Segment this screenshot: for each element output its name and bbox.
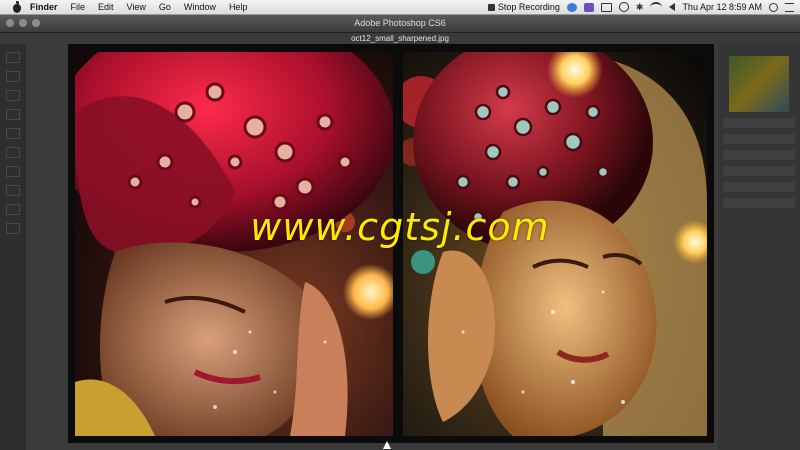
eraser-tool-icon[interactable]: [6, 166, 20, 177]
document-title: oct12_small_sharpened.jpg: [351, 34, 449, 43]
clock-datetime[interactable]: Thu Apr 12 8:59 AM: [682, 2, 762, 12]
brush-tool-icon[interactable]: [6, 147, 20, 158]
menu-edit[interactable]: Edit: [98, 2, 114, 12]
menu-go[interactable]: Go: [159, 2, 171, 12]
marquee-tool-icon[interactable]: [6, 71, 20, 82]
eyedropper-tool-icon[interactable]: [6, 128, 20, 139]
app-status-icon-2[interactable]: [583, 2, 594, 12]
time-machine-icon[interactable]: [618, 2, 629, 12]
bluetooth-icon[interactable]: ✱: [636, 2, 644, 13]
app-status-icon[interactable]: [566, 2, 577, 12]
move-tool-icon[interactable]: [6, 52, 20, 63]
apple-menu-icon[interactable]: [12, 0, 22, 13]
type-tool-icon[interactable]: [6, 185, 20, 196]
panel-row[interactable]: [723, 166, 795, 176]
app-title-bar: Adobe Photoshop CS6: [0, 15, 800, 33]
document-title-bar[interactable]: oct12_small_sharpened.jpg: [0, 33, 800, 44]
menu-bar: Finder File Edit View Go Window Help Sto…: [0, 0, 800, 15]
stop-recording-label: Stop Recording: [497, 2, 560, 12]
display-icon[interactable]: [600, 2, 612, 12]
watermark-text: www.cgtsj.com: [250, 205, 550, 249]
app-title: Adobe Photoshop CS6: [354, 18, 446, 28]
menu-view[interactable]: View: [127, 2, 146, 12]
zoom-window-button[interactable]: [32, 19, 40, 27]
navigator-thumbnail[interactable]: [729, 56, 789, 112]
menu-extras: Stop Recording ✱ Thu Apr 12 8:59 AM: [487, 0, 794, 14]
layer-row[interactable]: [723, 182, 795, 192]
window-controls: [6, 19, 40, 27]
notification-center-icon[interactable]: [785, 2, 794, 12]
stop-recording-button[interactable]: Stop Recording: [487, 2, 560, 12]
wifi-icon[interactable]: [650, 2, 663, 12]
close-window-button[interactable]: [6, 19, 14, 27]
panel-row[interactable]: [723, 134, 795, 144]
minimize-window-button[interactable]: [19, 19, 27, 27]
menu-window[interactable]: Window: [184, 2, 216, 12]
panel-row[interactable]: [723, 118, 795, 128]
spotlight-search-icon[interactable]: [769, 2, 778, 12]
volume-icon[interactable]: [669, 3, 676, 11]
panel-row[interactable]: [723, 150, 795, 160]
mouse-cursor-icon: [383, 441, 391, 449]
menu-help[interactable]: Help: [229, 2, 248, 12]
lasso-tool-icon[interactable]: [6, 90, 20, 101]
menu-file[interactable]: File: [71, 2, 86, 12]
menu-app-name[interactable]: Finder: [30, 2, 58, 12]
crop-tool-icon[interactable]: [6, 109, 20, 120]
stop-icon: [487, 4, 495, 11]
